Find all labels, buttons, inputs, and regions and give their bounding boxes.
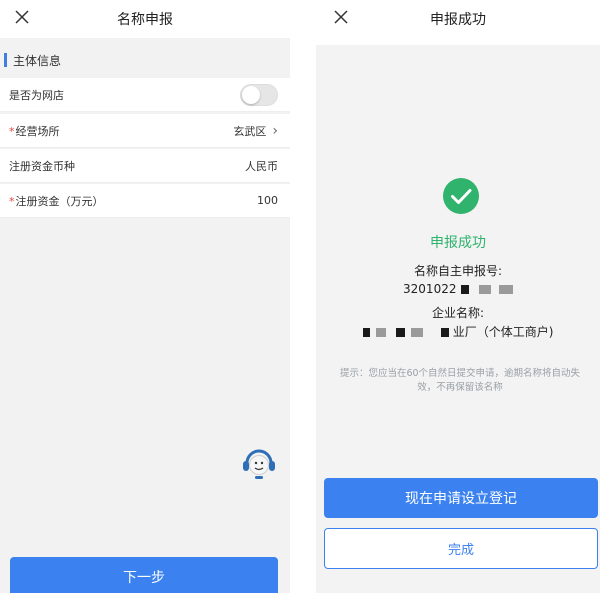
currency-label: 注册资金币种 bbox=[9, 159, 75, 173]
redaction-mark bbox=[396, 328, 406, 337]
company-name-suffix: 业厂（个体工商户) bbox=[452, 325, 554, 339]
number-line: 3201022 bbox=[316, 282, 600, 296]
page-title: 名称申报 bbox=[117, 12, 173, 28]
registered-capital-label: 注册资金（万元） bbox=[15, 194, 104, 208]
done-button[interactable]: 完成 bbox=[324, 528, 598, 569]
registered-capital-label-wrap: *注册资金（万元） bbox=[9, 193, 104, 209]
business-location-value-wrap: 玄武区 › bbox=[233, 123, 278, 139]
online-store-label: 是否为网店 bbox=[9, 88, 64, 102]
registered-capital-input[interactable]: 100 bbox=[257, 194, 278, 207]
business-location-label-wrap: *经营场所 bbox=[9, 123, 60, 139]
redaction-mark bbox=[411, 328, 424, 337]
chevron-right-icon: › bbox=[272, 122, 278, 139]
name-declaration-screen: 名称申报 主体信息 是否为网店 *经营场所 玄武区 › 注册资金币种 人民币 *… bbox=[0, 0, 290, 593]
page-title: 申报成功 bbox=[430, 12, 486, 28]
redaction-mark bbox=[376, 328, 387, 337]
section-accent-bar bbox=[4, 53, 7, 67]
success-status-text: 申报成功 bbox=[430, 235, 486, 251]
next-step-button[interactable]: 下一步 bbox=[10, 557, 278, 593]
toggle-knob bbox=[242, 85, 260, 104]
section-title: 主体信息 bbox=[13, 53, 62, 68]
redaction-mark bbox=[362, 328, 370, 337]
right-top-bar: 申报成功 bbox=[316, 0, 600, 38]
company-label: 企业名称: bbox=[431, 306, 485, 320]
online-store-toggle[interactable] bbox=[240, 83, 278, 106]
currency-value: 人民币 bbox=[245, 159, 278, 173]
customer-service-icon[interactable] bbox=[239, 442, 279, 482]
close-icon[interactable] bbox=[334, 10, 350, 26]
business-location-label: 经营场所 bbox=[15, 124, 60, 138]
company-name-line: 业厂（个体工商户) bbox=[316, 323, 600, 340]
redaction-mark bbox=[440, 328, 449, 337]
close-icon[interactable] bbox=[15, 10, 31, 26]
apply-registration-button[interactable]: 现在申请设立登记 bbox=[324, 478, 598, 518]
success-check-icon bbox=[443, 178, 479, 214]
redaction-mark bbox=[479, 285, 492, 294]
redaction-mark bbox=[461, 285, 470, 294]
registered-capital-row: *注册资金（万元） 100 bbox=[0, 184, 290, 218]
hint-text: 提示：您应当在60个自然日提交申请，逾期名称将自动失效，不再保留该名称 bbox=[339, 368, 581, 393]
currency-row[interactable]: 注册资金币种 人民币 bbox=[0, 149, 290, 183]
declaration-number: 3201022 bbox=[403, 282, 457, 296]
number-label: 名称自主申报号: bbox=[413, 264, 503, 278]
section-header: 主体信息 bbox=[0, 44, 290, 76]
business-location-value: 玄武区 bbox=[233, 124, 267, 138]
required-mark: * bbox=[9, 124, 15, 138]
business-location-row[interactable]: *经营场所 玄武区 › bbox=[0, 114, 290, 148]
online-store-row: 是否为网店 bbox=[0, 78, 290, 112]
required-mark: * bbox=[9, 194, 15, 208]
declaration-success-screen: 申报成功 申报成功 名称自主申报号: 3201022 企业名称: 业厂（个体工商… bbox=[316, 0, 600, 593]
left-top-bar: 名称申报 bbox=[0, 0, 290, 38]
redaction-mark bbox=[498, 285, 513, 294]
